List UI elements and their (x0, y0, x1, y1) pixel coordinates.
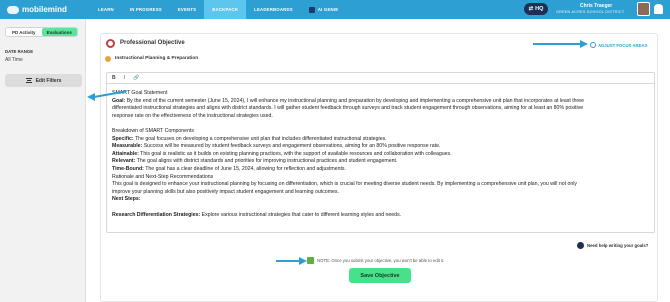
avatar[interactable] (637, 2, 650, 16)
logo[interactable]: mobilemind (7, 5, 67, 14)
editor-line: improve your planning skills but also po… (112, 189, 650, 197)
edit-filters-label: Edit Filters (35, 77, 62, 84)
edit-filters-button[interactable]: Edit Filters (5, 74, 82, 87)
editor-line: Next Steps: (112, 196, 650, 204)
tab-pd-activity[interactable]: PD Activity (6, 28, 42, 36)
editor-line-text: Breakdown of SMART Components (112, 127, 194, 134)
editor-line-text: The goal aligns with district standards … (135, 158, 398, 165)
page-title: Professional Objective (120, 40, 185, 46)
nav-in-progress[interactable]: IN PROGRESS (122, 0, 170, 19)
annotation-arrowhead-note (299, 257, 307, 265)
editor-line-text: differentiated instructional strategies … (112, 105, 584, 112)
target-icon (106, 39, 115, 48)
submit-note: NOTE: Once you submit your objective, yo… (307, 257, 444, 264)
editor-line-heading: Research Differentiation Strategies: (112, 211, 201, 218)
editor-line-heading: Measurable: (112, 143, 143, 150)
activity-toggle: PD Activity Evaluations (5, 27, 78, 37)
editor-line-text: This goal is designed to enhance your in… (112, 181, 578, 188)
editor-line-heading: Next Steps: (112, 196, 141, 203)
user-school: GREEN ACRES SCHOOL DISTRICT (556, 10, 625, 14)
editor-line: Goal: By the end of the current semester… (112, 98, 650, 106)
editor-line: Research Differentiation Strategies: Exp… (112, 212, 650, 220)
editor-line: Specific: The goal focuses on developing… (112, 136, 650, 144)
editor-line-heading: Relevant: (112, 158, 136, 165)
editor-line-heading: Attainable: (112, 150, 139, 157)
editor-line: Breakdown of SMART Components (112, 128, 650, 136)
shuffle-icon: ⇄ (528, 6, 534, 12)
editor-line: response rate on the effectiveness of th… (112, 113, 650, 121)
hq-label: HQ (535, 6, 544, 12)
editor-line: SMART Goal Statement (112, 90, 650, 98)
editor-line-text: Rationale and Next-Step Recommendations (112, 173, 214, 180)
submit-note-text: NOTE: Once you submit your objective, yo… (317, 258, 445, 263)
focus-area-label: Instructional Planning & Preparation (115, 56, 199, 61)
nav-events[interactable]: EVENTS (170, 0, 204, 19)
editor-line: Time-Bound: The goal has a clear deadlin… (112, 166, 650, 174)
italic-button[interactable]: I (124, 75, 125, 81)
editor-line-text: The goal focuses on developing a compreh… (133, 135, 387, 142)
hq-button[interactable]: ⇄ HQ (524, 3, 548, 15)
editor-line: Attainable: This goal is realistic as it… (112, 151, 650, 159)
help-link[interactable]: Need help writing your goals? (577, 242, 648, 249)
editor-line-text: Explore various instructional strategies… (200, 211, 402, 218)
help-icon (577, 242, 584, 249)
nav-backpack[interactable]: BACKPACK (204, 0, 247, 19)
top-nav-bar: mobilemind LEARN IN PROGRESS EVENTS BACK… (0, 0, 670, 19)
editor-line: This goal is designed to enhance your in… (112, 181, 650, 189)
editor-line: Rationale and Next-Step Recommendations (112, 174, 650, 182)
objective-editor[interactable]: B I 🔗 SMART Goal Statement Goal: By the e… (106, 72, 655, 233)
editor-line-heading: Specific: (112, 135, 134, 142)
annotation-arrowhead-focus (580, 40, 588, 48)
annotation-arrow-note (276, 260, 300, 262)
editor-line-text: Success will be measured by student feed… (142, 143, 441, 150)
date-range-value: All Time (5, 57, 23, 63)
editor-line-heading: Goal: (112, 97, 126, 104)
editor-line-heading: Time-Bound: (112, 165, 144, 172)
note-icon (307, 257, 314, 264)
notification-bell-icon[interactable] (654, 4, 663, 14)
nav-leaderboards[interactable]: LEADERBOARDS (246, 0, 301, 19)
bold-button[interactable]: B (112, 75, 116, 81)
editor-line-text: This goal is realistic as it builds on e… (138, 150, 452, 157)
link-icon[interactable]: 🔗 (133, 75, 139, 81)
nav-ai-genie-label: AI GENIE (317, 7, 339, 12)
annotation-arrow-focus (533, 43, 580, 45)
adjust-icon (590, 42, 596, 48)
logo-text: mobilemind (22, 5, 67, 14)
annotation-arrowhead-goal (87, 93, 95, 101)
editor-line-text: improve your planning skills but also po… (112, 188, 339, 195)
editor-line: Relevant: The goal aligns with district … (112, 158, 650, 166)
main-nav: LEARN IN PROGRESS EVENTS BACKPACK LEADER… (90, 0, 346, 19)
date-range-label: DATE RANGE (5, 49, 34, 54)
editor-content[interactable]: SMART Goal Statement Goal: By the end of … (107, 84, 654, 219)
help-label: Need help writing your goals? (587, 243, 649, 248)
logo-icon (7, 5, 19, 14)
filter-icon (25, 78, 32, 83)
nav-ai-genie[interactable]: AI GENIE (301, 0, 346, 19)
editor-line-text: The goal has a clear deadline of June 15… (143, 165, 346, 172)
save-objective-button[interactable]: Save Objective (349, 268, 411, 283)
user-name[interactable]: Chris Traeger (580, 3, 612, 9)
nav-learn[interactable]: LEARN (90, 0, 122, 19)
adjust-focus-areas-label: ADJUST FOCUS AREAS (598, 42, 648, 48)
tab-evaluations[interactable]: Evaluations (41, 28, 77, 36)
editor-line-text: By the end of the current semester (June… (125, 97, 585, 104)
editor-line-text: response rate on the effectiveness of th… (112, 112, 273, 119)
editor-toolbar: B I 🔗 (107, 73, 654, 84)
genie-icon (308, 6, 315, 13)
sidebar: PD Activity Evaluations DATE RANGE All T… (0, 19, 86, 302)
editor-line: Measurable: Success will be measured by … (112, 143, 650, 151)
editor-line: differentiated instructional strategies … (112, 105, 650, 113)
adjust-focus-areas-link[interactable]: ADJUST FOCUS AREAS (590, 42, 648, 48)
focus-area-icon (105, 56, 111, 62)
